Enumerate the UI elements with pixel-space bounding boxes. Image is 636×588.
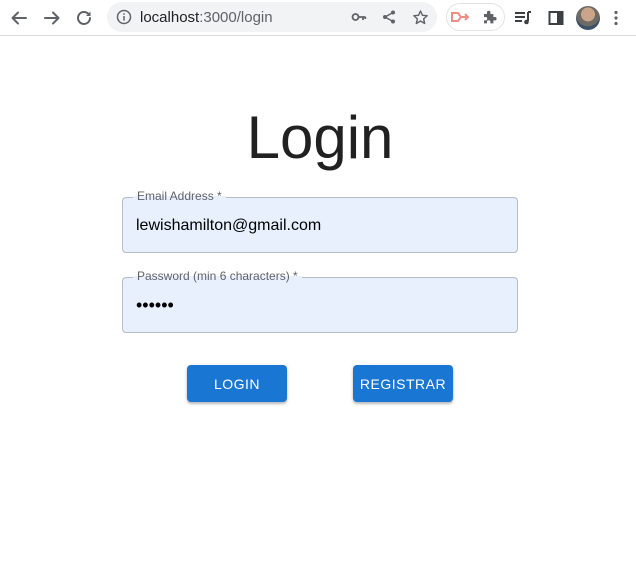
- address-bar[interactable]: localhost:3000/login: [107, 2, 437, 32]
- reading-list-icon[interactable]: [510, 5, 536, 31]
- key-icon[interactable]: [347, 5, 371, 29]
- puzzle-icon[interactable]: [478, 4, 502, 30]
- extension-app-icon[interactable]: [448, 4, 472, 30]
- url-path: :3000/login: [199, 9, 273, 26]
- back-icon[interactable]: [6, 5, 32, 31]
- url-text: localhost:3000/login: [140, 9, 273, 26]
- side-panel-icon[interactable]: [543, 5, 569, 31]
- forward-icon[interactable]: [39, 5, 65, 31]
- extensions-pill: [446, 3, 505, 31]
- share-icon[interactable]: [377, 5, 401, 29]
- email-field[interactable]: Email Address * lewishamilton@gmail.com: [122, 189, 518, 253]
- register-button[interactable]: REGISTRAR: [353, 365, 453, 402]
- page-title: Login: [246, 104, 394, 171]
- kebab-menu-icon[interactable]: [606, 5, 626, 31]
- login-button[interactable]: LOGIN: [187, 365, 287, 402]
- email-input[interactable]: lewishamilton@gmail.com: [136, 216, 506, 236]
- email-field-label: Email Address *: [133, 189, 226, 203]
- password-field-label: Password (min 6 characters) *: [133, 269, 302, 283]
- profile-avatar[interactable]: [576, 6, 600, 30]
- reload-icon[interactable]: [71, 5, 97, 31]
- password-input[interactable]: ••••••: [136, 295, 506, 315]
- browser-toolbar: localhost:3000/login: [0, 0, 636, 36]
- password-field[interactable]: Password (min 6 characters) * ••••••: [122, 269, 518, 333]
- url-host: localhost: [140, 9, 200, 26]
- site-info-icon[interactable]: [116, 9, 132, 30]
- star-icon[interactable]: [408, 5, 432, 29]
